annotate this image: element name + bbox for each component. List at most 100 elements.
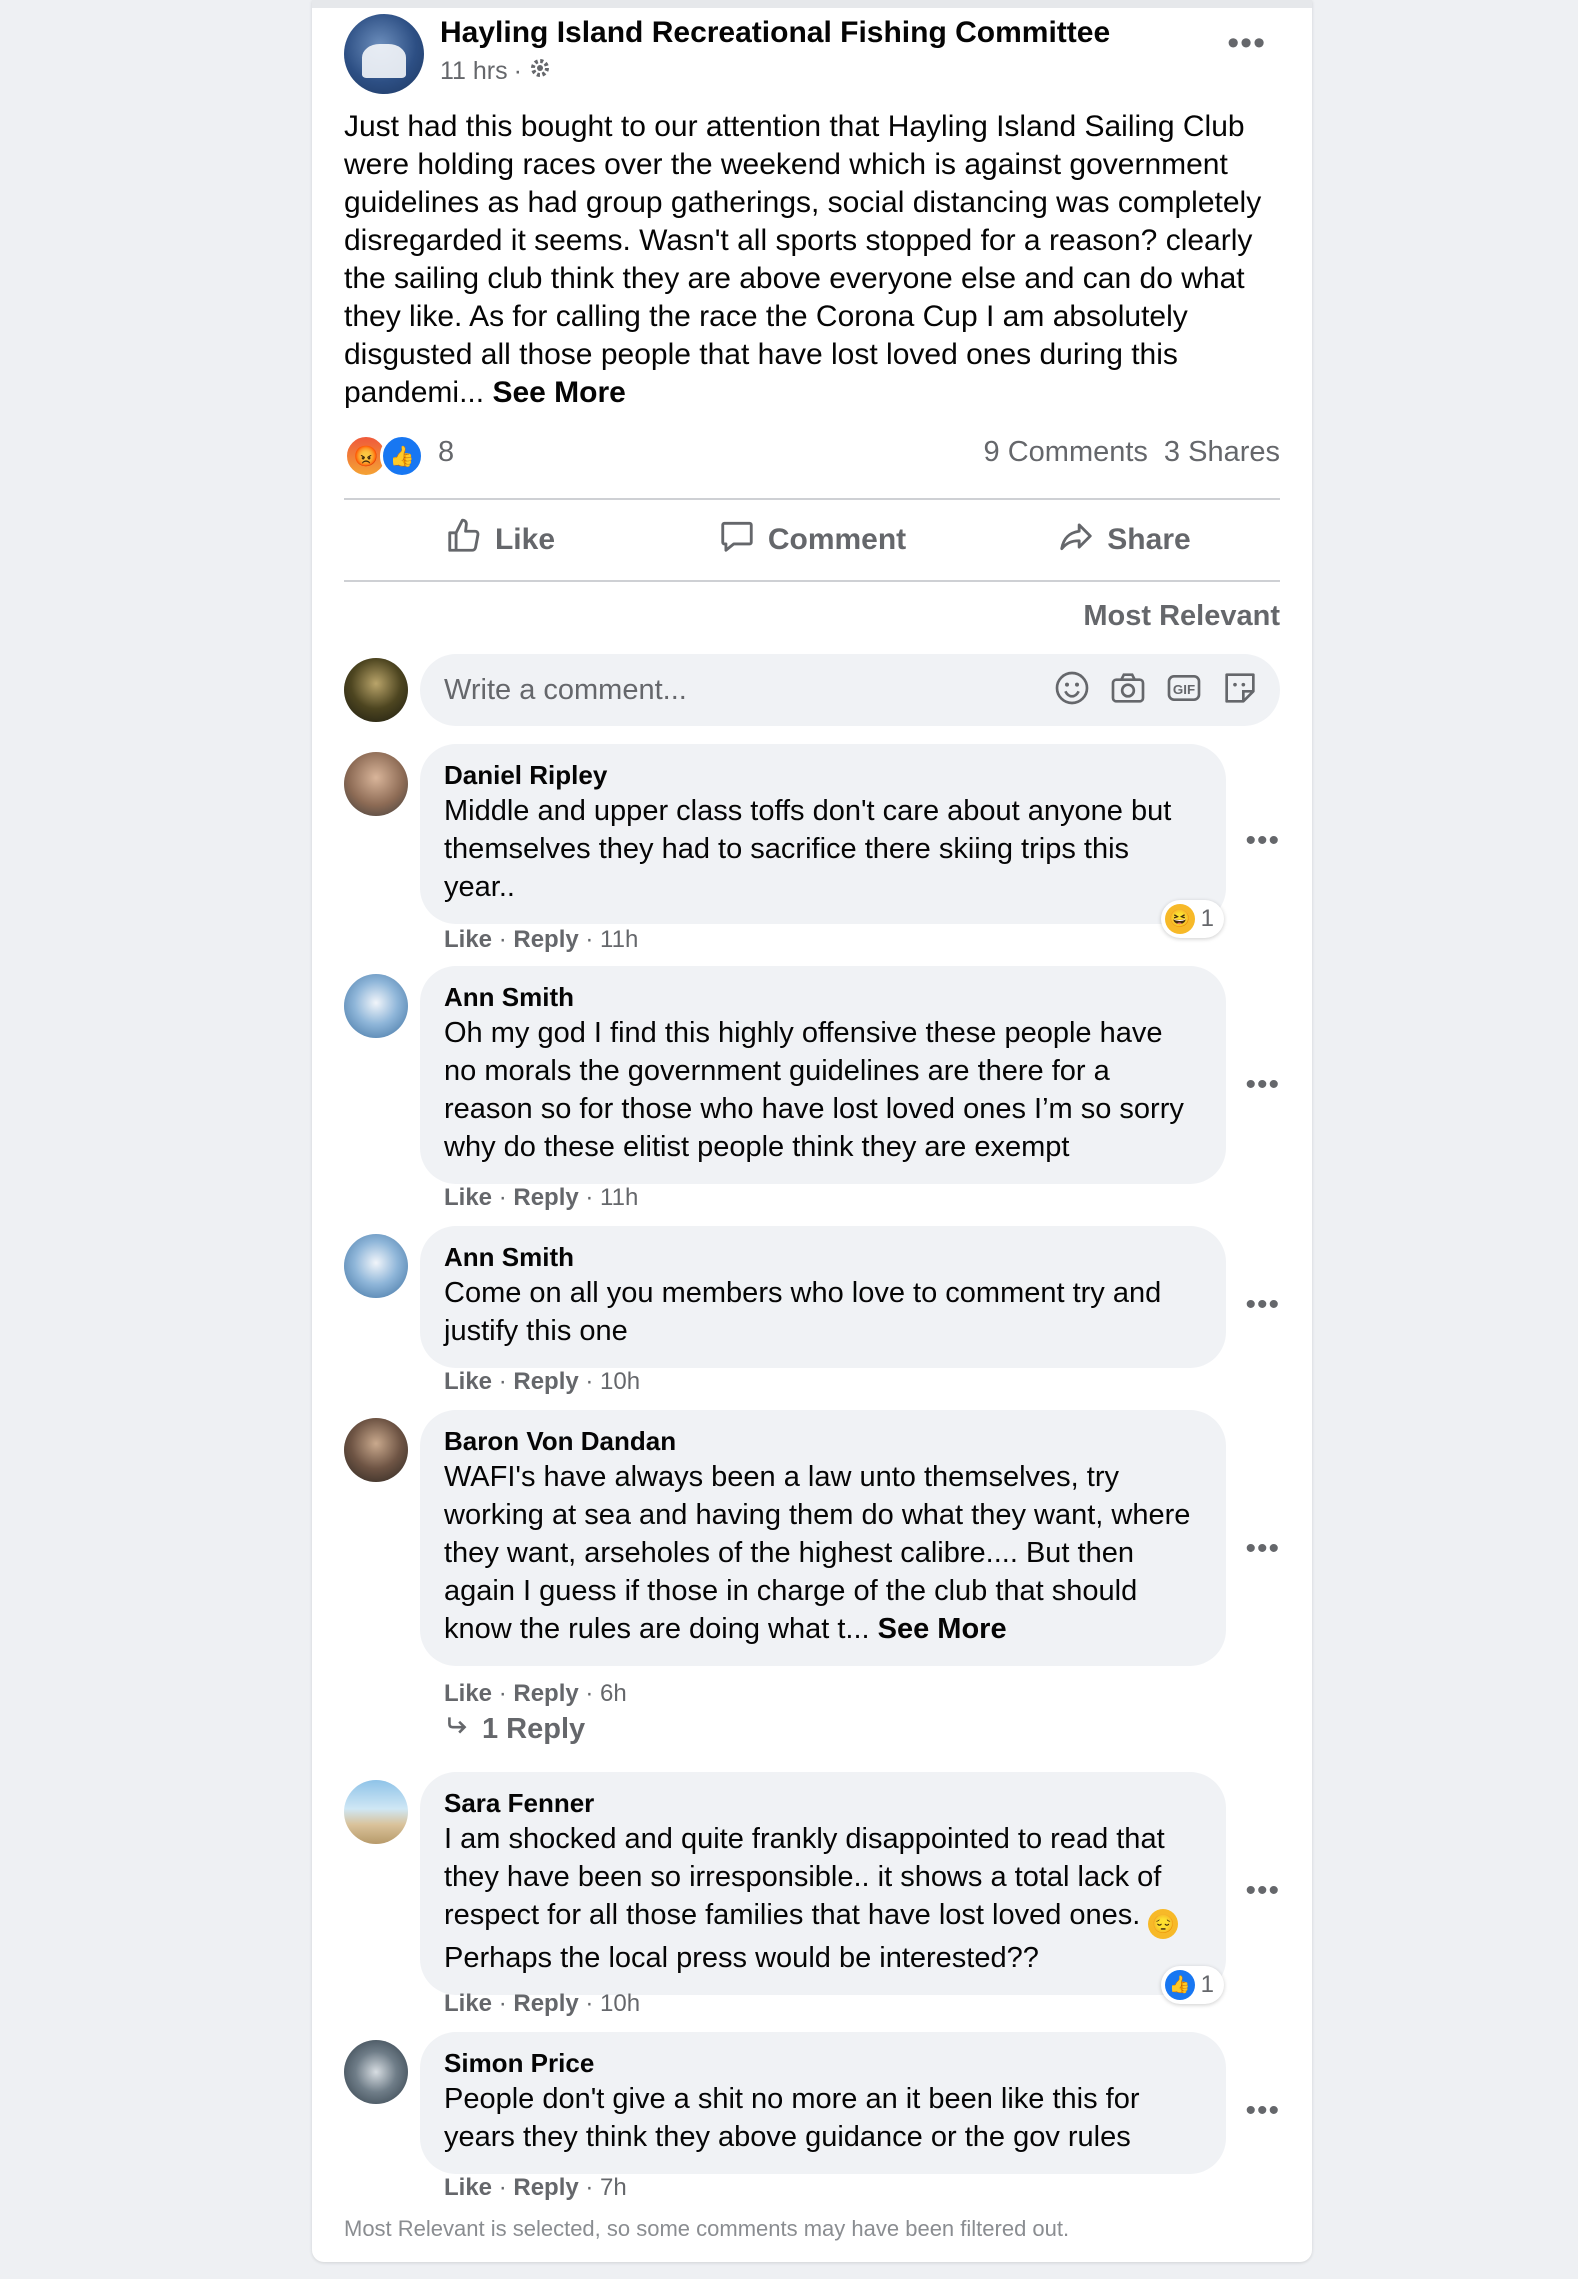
comment-label: Comment <box>767 523 907 556</box>
top-divider <box>312 0 1312 8</box>
commenter-avatar[interactable] <box>344 1780 408 1844</box>
comment-reply-link[interactable]: Reply <box>513 2174 578 2201</box>
commenter-name[interactable]: Daniel Ripley <box>444 758 1202 792</box>
comment-actions: Like · Reply · 10h <box>444 1368 641 1395</box>
comment-text: I am shocked and quite frankly disappoin… <box>444 1823 1165 1931</box>
comment-time[interactable]: 11h <box>600 1184 638 1211</box>
comment-item: Sara Fenner I am shocked and quite frank… <box>344 1772 1280 2022</box>
comment-options-button[interactable]: ••• <box>1245 1534 1280 1564</box>
reaction-icons[interactable]: 😡 👍 <box>344 434 424 478</box>
gear-icon <box>528 56 552 87</box>
commenter-avatar[interactable] <box>344 1234 408 1298</box>
commenter-avatar[interactable] <box>344 752 408 816</box>
user-avatar[interactable] <box>344 658 408 722</box>
comment-reply-link[interactable]: Reply <box>513 1680 578 1707</box>
comment-reply-link[interactable]: Reply <box>513 1990 578 2017</box>
post-body: Just had this bought to our attention th… <box>344 108 1284 412</box>
comment-item: Simon Price People don't give a shit no … <box>344 2032 1280 2202</box>
comment-like-link[interactable]: Like <box>444 1184 492 1211</box>
comment-options-button[interactable]: ••• <box>1245 1876 1280 1906</box>
comment-options-button[interactable]: ••• <box>1245 826 1280 856</box>
comment-item: Ann Smith Oh my god I find this highly o… <box>344 966 1280 1216</box>
comment-actions: Like · Reply · 7h <box>444 2174 627 2201</box>
comment-reply-link[interactable]: Reply <box>513 1184 578 1211</box>
comment-text: Oh my god I find this highly offensive t… <box>444 1017 1184 1163</box>
comment-bubble: Ann Smith Oh my god I find this highly o… <box>420 966 1226 1184</box>
composer-tools: GIF <box>1052 668 1280 713</box>
post-time[interactable]: 11 hrs <box>440 57 508 86</box>
reply-arrow-icon <box>444 1712 470 1746</box>
camera-icon[interactable] <box>1108 668 1148 713</box>
comment-composer[interactable]: Write a comment... GIF <box>420 654 1280 726</box>
shares-count[interactable]: 3 Shares <box>1164 436 1280 469</box>
meta-dot: · <box>513 57 522 85</box>
sticker-icon[interactable] <box>1220 668 1260 713</box>
like-reaction-icon: 👍 <box>380 434 424 478</box>
filter-notice: Most Relevant is selected, so some comme… <box>344 2216 1070 2241</box>
commenter-avatar[interactable] <box>344 1418 408 1482</box>
comment-like-link[interactable]: Like <box>444 1368 492 1395</box>
comment-text-container: WAFI's have always been a law unto thems… <box>444 1458 1202 1648</box>
comment-text: Come on all you members who love to comm… <box>444 1277 1162 1347</box>
share-icon <box>1057 517 1095 563</box>
comment-actions: Like · Reply · 6h <box>444 1680 627 1707</box>
post-meta: 11 hrs · <box>440 56 552 87</box>
comment-reaction-badge[interactable]: 👍 1 <box>1160 1966 1224 2004</box>
comment-reply-link[interactable]: Reply <box>513 1368 578 1395</box>
comment-bubble: Daniel Ripley Middle and upper class tof… <box>420 744 1226 924</box>
replies-count: 1 Reply <box>482 1712 586 1745</box>
comment-text-container: I am shocked and quite frankly disappoin… <box>444 1820 1202 1977</box>
commenter-name[interactable]: Baron Von Dandan <box>444 1424 1202 1458</box>
reaction-count: 1 <box>1200 1971 1214 1998</box>
like-button[interactable]: Like <box>344 500 656 580</box>
comment-like-link[interactable]: Like <box>444 926 492 953</box>
comment-options-button[interactable]: ••• <box>1245 1070 1280 1100</box>
comment-like-link[interactable]: Like <box>444 1680 492 1707</box>
comment-sort-dropdown[interactable]: Most Relevant <box>1083 600 1280 633</box>
comment-time[interactable]: 11h <box>600 926 638 953</box>
view-replies-link[interactable]: 1 Reply <box>444 1712 585 1746</box>
reaction-count[interactable]: 8 <box>438 436 454 469</box>
commenter-name[interactable]: Simon Price <box>444 2046 1202 2080</box>
comment-text: Middle and upper class toffs don't care … <box>444 795 1172 903</box>
comment-time[interactable]: 10h <box>600 1990 640 2017</box>
reactions-summary: 😡 👍 8 9 Comments 3 Shares <box>344 432 1280 478</box>
comment-options-button[interactable]: ••• <box>1245 2096 1280 2126</box>
comment-icon <box>718 517 756 563</box>
post-author[interactable]: Hayling Island Recreational Fishing Comm… <box>440 16 1110 50</box>
comment-options-button[interactable]: ••• <box>1245 1290 1280 1320</box>
haha-reaction-icon: 😆 <box>1164 904 1195 934</box>
comment-reply-link[interactable]: Reply <box>513 926 578 953</box>
post-text: Just had this bought to our attention th… <box>344 110 1262 409</box>
like-reaction-icon: 👍 <box>1164 1970 1195 2000</box>
comment-time[interactable]: 10h <box>600 1368 640 1395</box>
comment-text: People don't give a shit no more an it b… <box>444 2083 1140 2153</box>
comment-time[interactable]: 7h <box>600 2174 627 2201</box>
comment-button[interactable]: Comment <box>656 500 968 580</box>
emoji-icon[interactable] <box>1052 668 1092 713</box>
comment-like-link[interactable]: Like <box>444 1990 492 2017</box>
see-more-link[interactable]: See More <box>492 376 625 409</box>
commenter-name[interactable]: Ann Smith <box>444 1240 1202 1274</box>
see-more-link[interactable]: See More <box>878 1613 1007 1645</box>
commenter-name[interactable]: Ann Smith <box>444 980 1202 1014</box>
commenter-name[interactable]: Sara Fenner <box>444 1786 1202 1820</box>
comment-reaction-badge[interactable]: 😆 1 <box>1160 900 1224 938</box>
share-button[interactable]: Share <box>968 500 1280 580</box>
comment-like-link[interactable]: Like <box>444 2174 492 2201</box>
thumbs-up-icon <box>445 517 483 563</box>
svg-text:GIF: GIF <box>1173 681 1195 696</box>
comment-bubble: Ann Smith Come on all you members who lo… <box>420 1226 1226 1368</box>
commenter-avatar[interactable] <box>344 974 408 1038</box>
commenter-avatar[interactable] <box>344 2040 408 2104</box>
comment-actions: Like · Reply · 11h <box>444 926 639 953</box>
comment-time[interactable]: 6h <box>600 1680 627 1707</box>
comments-count[interactable]: 9 Comments <box>984 436 1148 469</box>
gif-icon[interactable]: GIF <box>1164 668 1204 713</box>
page-avatar[interactable] <box>344 14 424 94</box>
comment-input[interactable]: Write a comment... <box>444 674 1052 707</box>
comment-actions: Like · Reply · 11h <box>444 1184 639 1211</box>
post-options-button[interactable]: ••• <box>1227 26 1266 60</box>
comment-actions: Like · Reply · 10h <box>444 1990 641 2017</box>
engagement-stats: 9 Comments 3 Shares <box>984 436 1280 469</box>
